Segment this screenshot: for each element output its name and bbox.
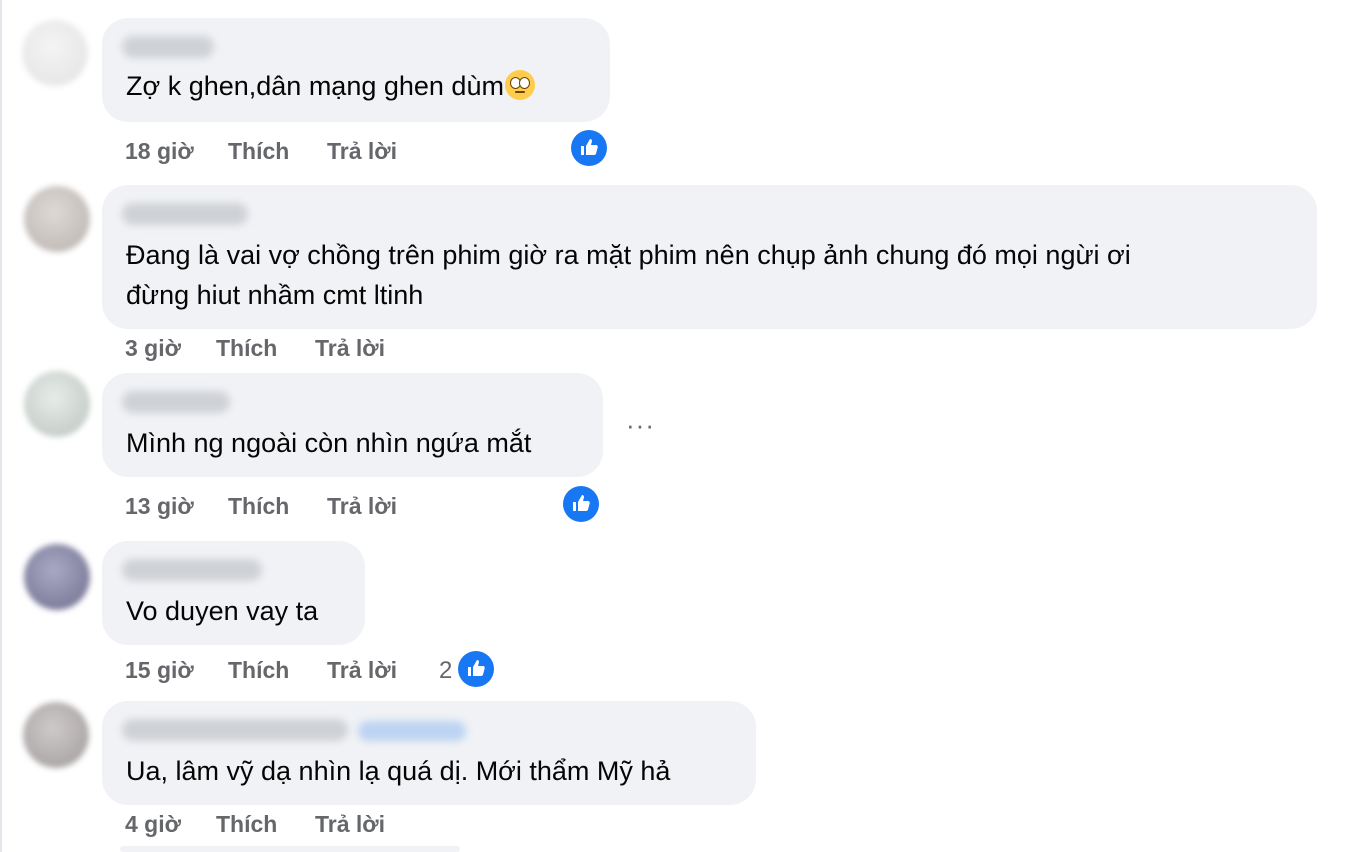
reply-button[interactable]: Trả lời: [327, 493, 397, 520]
like-reaction-icon[interactable]: [458, 651, 494, 687]
like-button[interactable]: Thích: [216, 811, 277, 838]
comment-time[interactable]: 13 giờ: [125, 493, 194, 520]
like-button[interactable]: Thích: [228, 493, 289, 520]
like-button[interactable]: Thích: [216, 335, 277, 362]
comment-time[interactable]: 4 giờ: [125, 811, 181, 838]
avatar[interactable]: [24, 544, 90, 610]
comment-time[interactable]: 15 giờ: [125, 657, 194, 684]
comment-bubble: Đang là vai vợ chồng trên phim giờ ra mặ…: [102, 185, 1317, 329]
avatar[interactable]: [24, 186, 90, 252]
comment-bubble: Ua, lâm vỹ dạ nhìn lạ quá dị. Mới thẩm M…: [102, 701, 756, 805]
commenter-name[interactable]: [122, 559, 262, 581]
avatar[interactable]: [24, 371, 90, 437]
comment-text: Zợ k ghen,dân mạng ghen dùm: [126, 66, 535, 106]
like-button[interactable]: Thích: [228, 657, 289, 684]
comment-text: Mình ng ngoài còn nhìn ngứa mắt: [126, 428, 532, 458]
comment-bubble: Mình ng ngoài còn nhìn ngứa mắt: [102, 373, 603, 477]
next-comment-edge: [120, 846, 460, 852]
comment-text-line-1: Đang là vai vợ chồng trên phim giờ ra mặ…: [126, 240, 1131, 270]
comment-text: Vo duyen vay ta: [126, 596, 319, 626]
comment-bubble: Vo duyen vay ta: [102, 541, 365, 645]
reply-button[interactable]: Trả lời: [327, 657, 397, 684]
avatar[interactable]: [23, 702, 89, 768]
comment-bubble: Zợ k ghen,dân mạng ghen dùm: [102, 18, 610, 122]
eye-roll-emoji-icon: [504, 70, 535, 100]
comment-text-line-2: đừng hiut nhầm cmt ltinh: [126, 280, 424, 310]
commenter-name[interactable]: [122, 391, 230, 413]
commenter-badge: [358, 721, 466, 741]
commenter-name[interactable]: [122, 203, 248, 225]
avatar[interactable]: [22, 20, 88, 86]
more-options-icon[interactable]: ···: [626, 412, 655, 438]
like-reaction-icon[interactable]: [571, 130, 607, 166]
thread-rule: [0, 0, 2, 852]
comment-text: Ua, lâm vỹ dạ nhìn lạ quá dị. Mới thẩm M…: [126, 756, 671, 786]
reaction-count[interactable]: 2: [439, 657, 452, 685]
comment-time[interactable]: 3 giờ: [125, 335, 181, 362]
comment-time[interactable]: 18 giờ: [125, 138, 194, 165]
like-button[interactable]: Thích: [228, 138, 289, 165]
commenter-name[interactable]: [122, 719, 348, 741]
reply-button[interactable]: Trả lời: [315, 335, 385, 362]
reply-button[interactable]: Trả lời: [315, 811, 385, 838]
reply-button[interactable]: Trả lời: [327, 138, 397, 165]
commenter-name[interactable]: [122, 36, 214, 58]
like-reaction-icon[interactable]: [563, 486, 599, 522]
